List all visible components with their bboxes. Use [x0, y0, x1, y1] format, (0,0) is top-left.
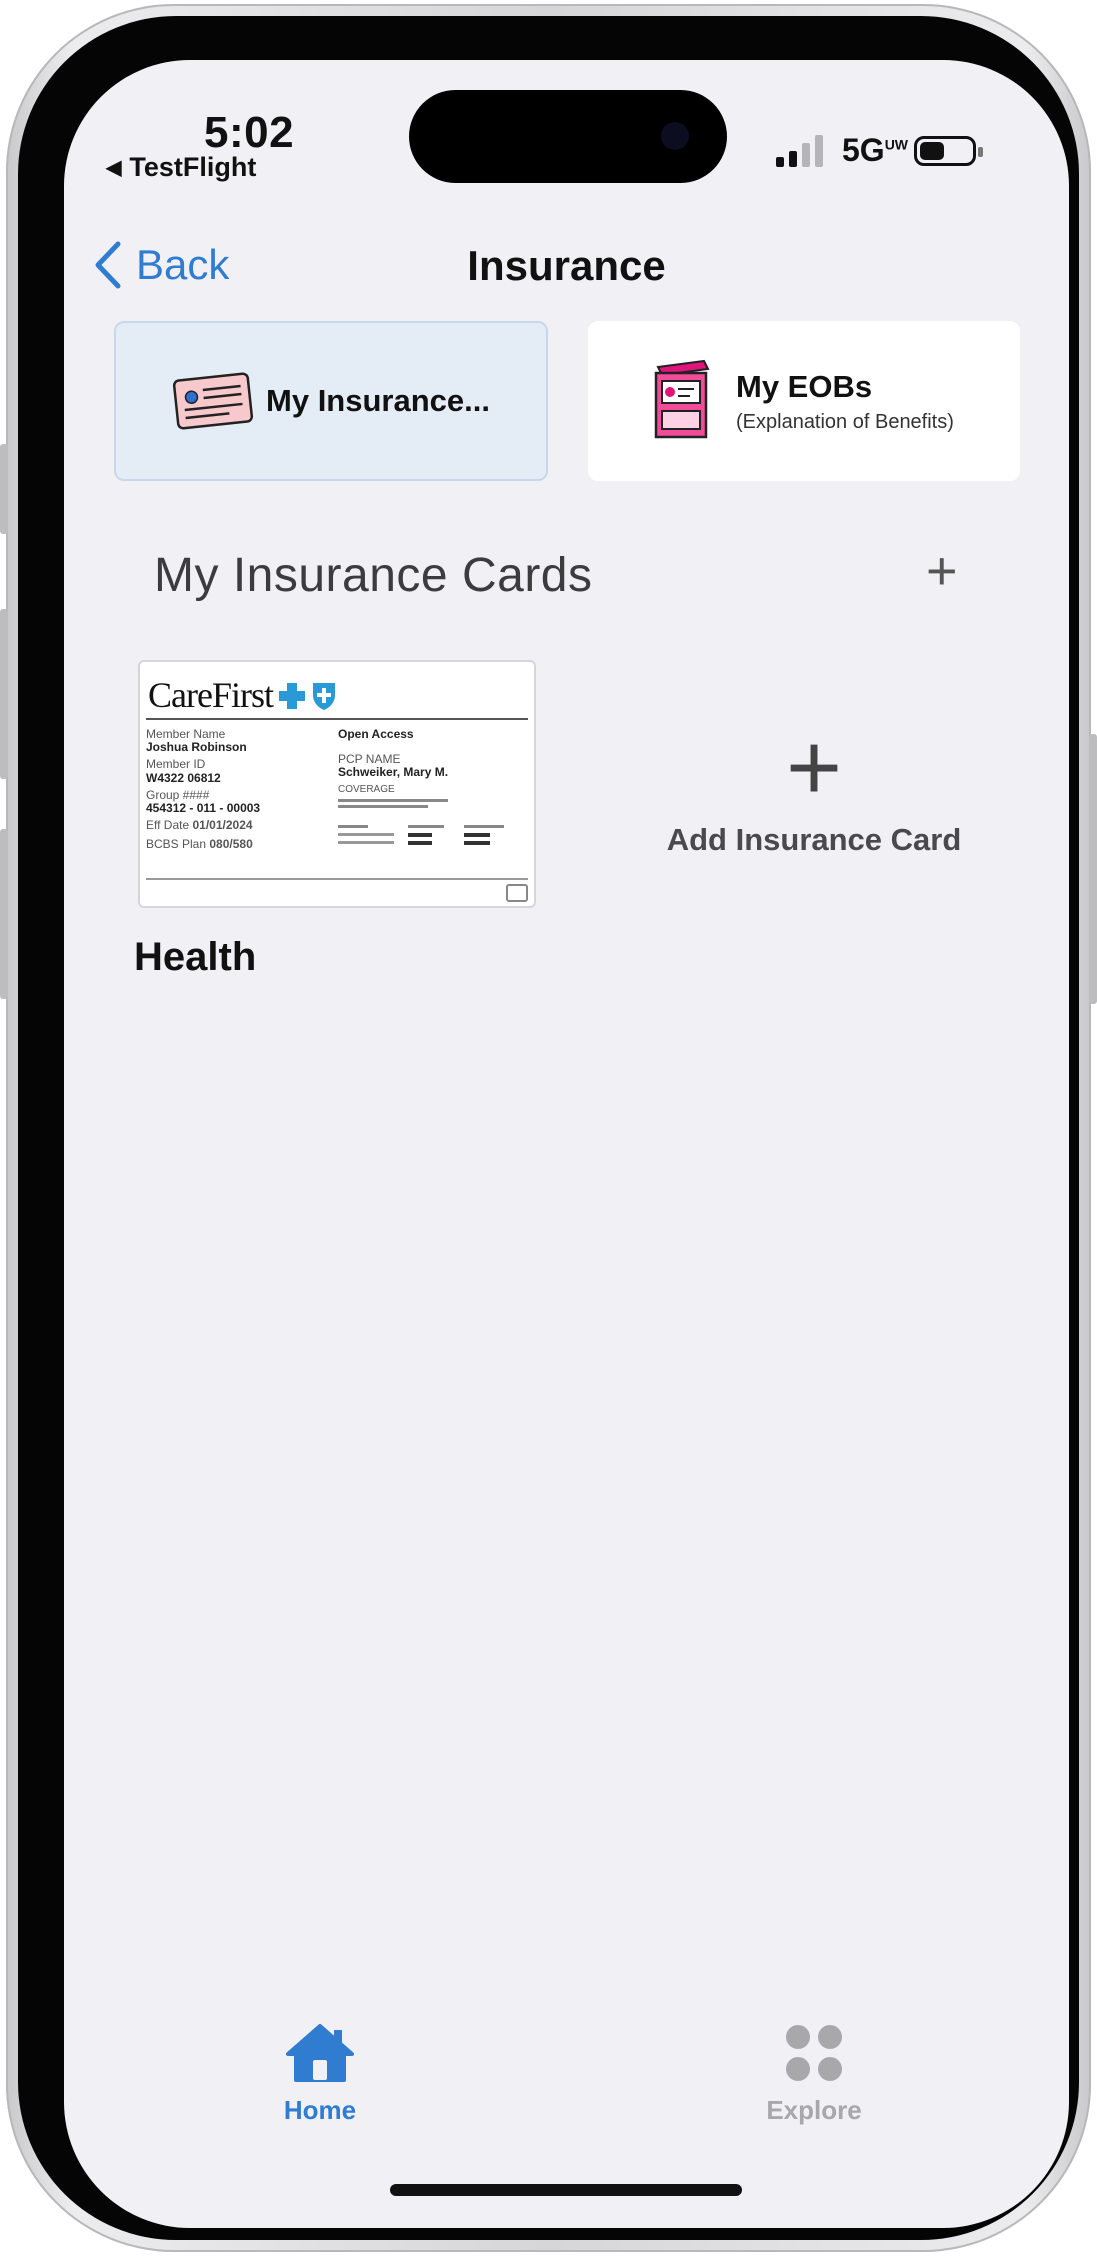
tab-explore-label: Explore: [766, 2095, 862, 2125]
network-suffix: UW: [884, 136, 909, 153]
card-right-column: Open Access PCP NAME Schweiker, Mary M. …: [338, 727, 530, 858]
tab-my-insurance-label: My Insurance...: [266, 383, 490, 418]
bcbs-plan: 080/580: [209, 837, 253, 852]
volume-down-button: [0, 829, 8, 999]
tab-my-eobs[interactable]: My EOBs (Explanation of Benefits): [588, 321, 1020, 481]
card-bottom-rule: [146, 878, 528, 880]
tab-explore[interactable]: Explore: [714, 2022, 914, 2126]
dynamic-island: [409, 90, 727, 183]
carefirst-logo: CareFirst: [148, 674, 339, 716]
insurance-card-thumbnail[interactable]: CareFirst Member Name Joshua Robinson Me…: [138, 660, 536, 908]
section-title: My Insurance Cards: [154, 549, 593, 602]
battery-icon: [914, 136, 983, 166]
explore-grid-icon: [786, 2025, 842, 2081]
bezel: 5:02 ◀ TestFlight 5GUW Back Insurance My…: [18, 16, 1079, 2240]
member-id-label: Member ID: [146, 757, 206, 772]
action-button: [0, 444, 8, 534]
card-divider: [146, 718, 528, 720]
screen: 5:02 ◀ TestFlight 5GUW Back Insurance My…: [64, 60, 1069, 2228]
blue-cross-blue-shield-icon: [278, 683, 335, 710]
tab-home-label: Home: [283, 2095, 357, 2125]
add-insurance-card-label: Add Insurance Card: [666, 822, 962, 857]
card-left-column: Member Name Joshua Robinson Member ID W4…: [146, 727, 336, 852]
tab-my-eobs-label: My EOBs: [736, 368, 873, 404]
status-time: 5:02: [204, 108, 295, 157]
back-app-label: TestFlight: [129, 152, 257, 182]
coverage-label: COVERAGE: [338, 783, 395, 795]
eob-document-icon: [654, 359, 710, 439]
card-corner-icon: [506, 884, 528, 902]
group-label: Group ####: [146, 787, 210, 802]
pcp-name: Schweiker, Mary M.: [338, 765, 449, 780]
group-number: 454312 - 011 - 00003: [146, 800, 261, 815]
volume-up-button: [0, 609, 8, 779]
back-triangle-icon: ◀: [106, 157, 122, 179]
power-button: [1089, 734, 1097, 1004]
phone-frame: 5:02 ◀ TestFlight 5GUW Back Insurance My…: [0, 4, 1097, 2252]
member-name: Joshua Robinson: [146, 740, 247, 755]
back-to-app-link[interactable]: ◀ TestFlight: [106, 152, 256, 183]
card-caption: Health: [134, 935, 257, 979]
plus-icon: +: [785, 714, 843, 821]
card-brand: CareFirst: [148, 675, 274, 715]
eff-date-label: Eff Date: [146, 818, 190, 833]
add-card-plus-button[interactable]: +: [926, 540, 958, 602]
camera-icon: [661, 122, 689, 150]
bcbs-plan-label: BCBS Plan: [146, 837, 207, 852]
home-indicator[interactable]: [390, 2184, 742, 2196]
home-icon: [286, 2024, 354, 2082]
tab-home[interactable]: Home: [220, 2022, 420, 2126]
insurance-card-icon: [172, 372, 254, 430]
tab-my-eobs-sublabel: (Explanation of Benefits): [736, 410, 954, 433]
cellular-signal-icon: [776, 135, 823, 167]
member-id: W4322 06812: [146, 770, 221, 785]
tab-my-insurance[interactable]: My Insurance...: [114, 321, 548, 481]
network-indicator: 5GUW: [842, 132, 908, 169]
page-title: Insurance: [467, 242, 666, 289]
plan-type: Open Access: [338, 727, 414, 741]
eff-date: 01/01/2024: [192, 818, 253, 833]
coverage-table-graphic: [338, 798, 504, 845]
add-insurance-card-button[interactable]: + Add Insurance Card: [624, 720, 1004, 858]
network-label: 5G: [842, 132, 885, 168]
